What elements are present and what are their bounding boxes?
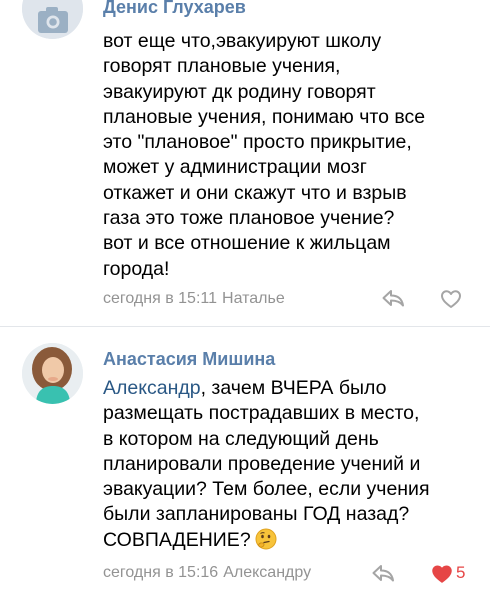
comment-text-line: эвакуируют дк родину говорят [103, 80, 376, 103]
comment-text-line: вот еще что,эвакуируют школу [103, 30, 382, 52]
comment-text-line: газа это тоже плановое учение? [103, 207, 395, 230]
comment-text-line: города! [103, 257, 170, 280]
comment-text-line: СОВПАДЕНИЕ? [103, 528, 483, 557]
comment-timestamp: сегодня в 15:16 [103, 564, 219, 581]
comment-text-line: может у администрации мозг [103, 156, 367, 179]
like-icon[interactable] [440, 289, 462, 309]
comment-text-line: говорят плановые учения, [103, 55, 341, 78]
comment-text-line: плановые учения, понимаю что все [103, 105, 426, 128]
mention-link[interactable]: Александр [103, 377, 201, 399]
avatar[interactable] [22, 343, 83, 404]
thinking-face-emoji-icon [255, 528, 277, 557]
comment-text-line: планировали проведение учений и [103, 452, 421, 475]
reply-icon[interactable] [381, 288, 405, 308]
comment-meta: сегодня в 15:16 Александру [103, 564, 311, 582]
comment-text-line: вот и все отношение к жильцам [103, 232, 391, 255]
comment-text-line: в котором на следующий день [103, 427, 379, 450]
comment-timestamp: сегодня в 15:11 [103, 290, 218, 307]
comment-meta: сегодня в 15:11 Натальe [103, 290, 285, 308]
comment-text-line: это "плановое" просто прикрытие, [103, 131, 412, 154]
avatar[interactable] [22, 0, 83, 39]
comment-text-fragment: , зачем ВЧЕРА было [200, 377, 387, 399]
comment-text-line: размещать пострадавших в место, [103, 402, 420, 425]
camera-icon [22, 0, 83, 39]
comment-author[interactable]: Анастасия Мишина [103, 349, 275, 370]
comment-item: Денис Глухарев вот еще что,эвакуируют шк… [0, 0, 490, 326]
like-count: 5 [456, 563, 466, 582]
comment-text-line: Александр, зачем ВЧЕРА было [103, 376, 483, 401]
comment-author[interactable]: Денис Глухарев [103, 0, 246, 18]
comment-text-line: эвакуации? Тем более, если учения [103, 478, 430, 501]
like-icon[interactable] [431, 564, 453, 584]
comment-text: вот еще что,эвакуируют школу говорят пла… [103, 29, 483, 282]
comment-text-line: были запланированы ГОД назад? [103, 503, 410, 526]
reply-icon[interactable] [371, 563, 395, 583]
comment-text-fragment: СОВПАДЕНИЕ? [103, 528, 251, 551]
comment-text-line: откажет и они скажут что и взрыв [103, 181, 407, 204]
comment-item: Анастасия Мишина Александр, зачем ВЧЕРА … [0, 327, 490, 600]
comment-text: Александр, зачем ВЧЕРА было размещать по… [103, 376, 483, 557]
reply-to-name[interactable]: Натальe [222, 290, 285, 307]
user-photo-icon [22, 343, 83, 404]
reply-to-name[interactable]: Александру [223, 564, 311, 581]
